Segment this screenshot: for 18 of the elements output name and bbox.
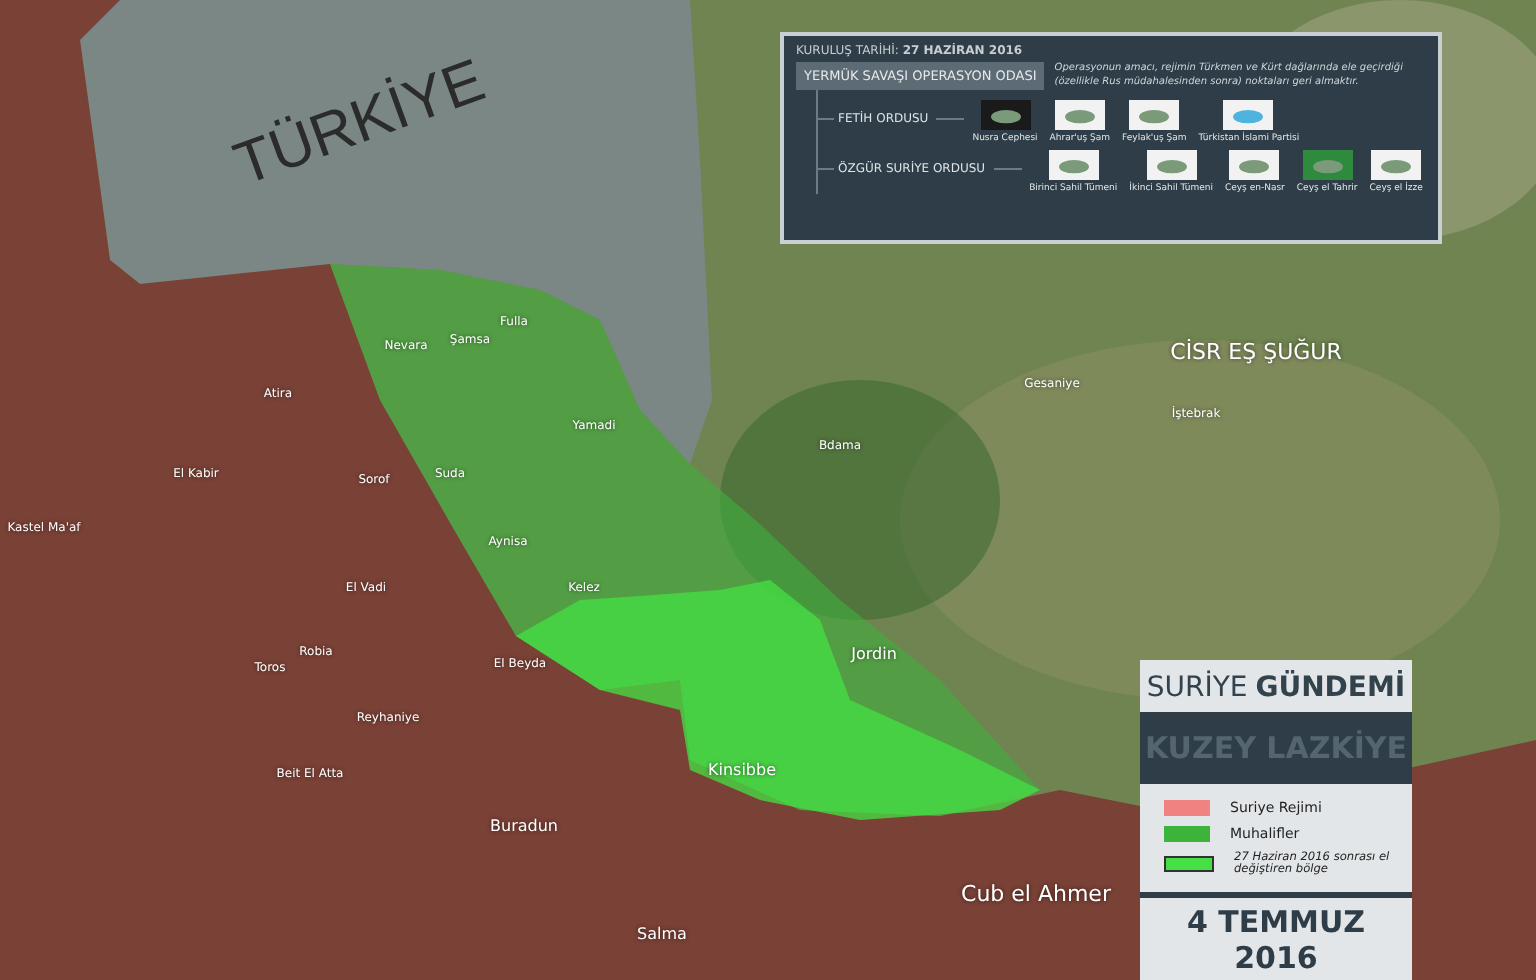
logo-placeholder	[1370, 150, 1423, 180]
logo-placeholder	[1128, 100, 1181, 130]
place-label: Cub el Ahmer	[961, 881, 1111, 907]
logo-placeholder	[1301, 150, 1354, 180]
place-label: Salma	[637, 925, 687, 943]
place-label: Buradun	[490, 817, 558, 835]
logo-placeholder	[1145, 150, 1198, 180]
date-label: 4 TEMMUZ 2016	[1140, 892, 1412, 980]
brand-title: GÜNDEMİ	[1255, 672, 1406, 704]
logo-placeholder	[1222, 100, 1275, 130]
place-label: CİSR EŞ ŞUĞUR	[1170, 339, 1342, 365]
logo-placeholder	[1047, 150, 1100, 180]
logo-placeholder	[979, 100, 1031, 130]
logo-placeholder	[1053, 100, 1106, 130]
logo-placeholder	[1228, 150, 1281, 180]
brand-title: SURİYE	[1146, 672, 1248, 704]
place-label: Kinsibbe	[708, 761, 776, 779]
place-label: Jordin	[851, 645, 897, 663]
